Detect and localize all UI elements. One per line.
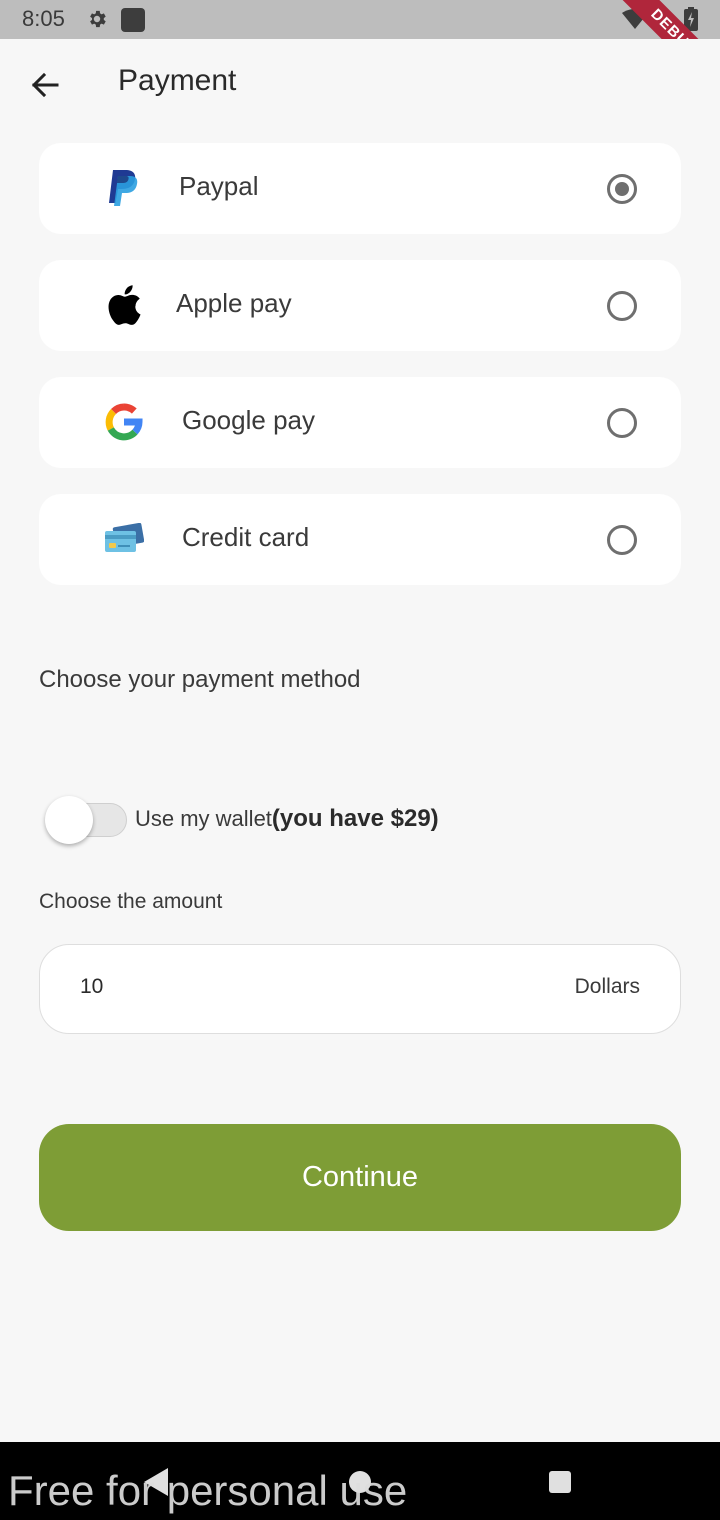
radio-button[interactable] [607, 291, 637, 321]
wallet-balance: (you have $29) [271, 805, 439, 832]
radio-button[interactable] [607, 408, 637, 438]
debug-ribbon: DEBUG [601, 0, 720, 39]
toggle-thumb [45, 796, 93, 844]
nav-recent-icon[interactable] [549, 1471, 571, 1493]
wallet-label: Use my wallet [135, 806, 272, 831]
payment-option-label: Google pay [182, 405, 315, 435]
payment-option-paypal[interactable]: Paypal [39, 143, 681, 234]
payment-option-label: Credit card [182, 522, 310, 552]
payment-option-label: Apple pay [176, 288, 292, 318]
wallet-text: Use my wallet(you have $29) [135, 805, 439, 833]
radio-button[interactable] [607, 174, 637, 204]
gear-icon [90, 10, 106, 28]
payment-option-apple-pay[interactable]: Apple pay [39, 260, 681, 351]
arrow-left-icon [31, 72, 59, 98]
watermark: Free for personal use [8, 1467, 408, 1514]
choose-method-label: Choose your payment method [39, 666, 361, 693]
continue-button[interactable]: Continue [39, 1124, 681, 1231]
status-time: 8:05 [22, 6, 65, 31]
wallet-toggle[interactable] [45, 795, 129, 845]
square-icon [121, 8, 145, 32]
payment-option-google-pay[interactable]: Google pay [39, 377, 681, 468]
apple-icon [103, 284, 145, 326]
status-bar: 8:05 DEBUG [0, 0, 720, 39]
amount-unit: Dollars [574, 975, 640, 998]
payment-option-label: Paypal [179, 171, 259, 201]
credit-card-icon [103, 518, 145, 560]
back-button[interactable] [22, 62, 68, 108]
amount-input[interactable]: 10 Dollars [39, 944, 681, 1034]
page-title: Payment [118, 64, 237, 97]
payment-option-credit-card[interactable]: Credit card [39, 494, 681, 585]
google-icon [103, 401, 145, 443]
paypal-icon [103, 167, 145, 209]
radio-button[interactable] [607, 525, 637, 555]
amount-value: 10 [80, 975, 104, 998]
amount-label: Choose the amount [39, 890, 223, 913]
